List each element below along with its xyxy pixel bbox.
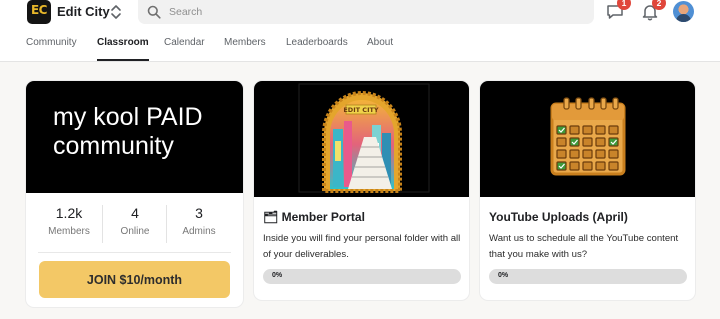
course-progress-bar: 0% — [489, 269, 687, 284]
stat-value: 1.2k — [55, 205, 83, 221]
course-progress-bar: 0% — [263, 269, 461, 284]
course-title-text: Member Portal — [281, 210, 365, 224]
stat-label: Online — [120, 226, 150, 237]
calendar-day-cell — [595, 161, 606, 171]
calendar-day-cell — [556, 149, 567, 159]
thumb-sign-text: EDIT CITY — [343, 106, 379, 114]
course-thumbnail — [480, 81, 695, 197]
tab-leaderboards[interactable]: Leaderboards — [286, 37, 348, 61]
calendar-day-cell — [595, 149, 606, 159]
chats-button[interactable]: 1 — [605, 0, 631, 22]
join-button[interactable]: JOIN $10/month — [39, 261, 230, 298]
progress-label: 0% — [498, 272, 509, 279]
course-card-member-portal[interactable]: EDIT CITY 🗂 Member Portal Inside you wil… — [254, 81, 469, 300]
calendar-day-cell — [582, 161, 593, 171]
chat-badge: 1 — [617, 0, 631, 10]
calendar-day-cell — [595, 125, 606, 135]
search-icon — [147, 5, 161, 19]
stat-members[interactable]: 1.2k Members — [38, 203, 100, 245]
banner-title: my kool PAID community — [53, 103, 203, 160]
calendar-day-cell — [569, 125, 580, 135]
stat-divider — [166, 205, 167, 243]
tab-calendar[interactable]: Calendar — [164, 37, 205, 61]
user-avatar[interactable] — [673, 1, 694, 22]
tab-members[interactable]: Members — [224, 37, 266, 61]
calendar-day-cell — [556, 125, 567, 135]
tab-community[interactable]: Community — [26, 37, 77, 61]
community-banner[interactable]: my kool PAID community — [26, 81, 243, 193]
top-header: EC Edit City 1 2 Community Classroom Cal… — [0, 0, 720, 62]
divider — [38, 252, 231, 253]
calendar-day-cell — [569, 161, 580, 171]
course-title: 🗂 Member Portal — [263, 210, 365, 224]
calendar-day-cell — [556, 161, 567, 171]
course-description: Inside you will find your personal folde… — [263, 233, 461, 260]
stat-value: 3 — [195, 205, 203, 221]
stat-value: 4 — [131, 205, 139, 221]
notifications-badge: 2 — [652, 0, 666, 10]
calendar-day-cell — [582, 125, 593, 135]
logo-text: EC — [30, 3, 48, 17]
community-logo[interactable]: EC — [27, 0, 51, 24]
course-thumbnail: EDIT CITY — [254, 81, 469, 197]
calendar-day-cell — [608, 125, 619, 135]
community-about-card: my kool PAID community 1.2k Members 4 On… — [26, 81, 243, 307]
stat-label: Members — [48, 226, 90, 237]
calendar-day-cell — [569, 149, 580, 159]
stat-online[interactable]: 4 Online — [104, 203, 166, 245]
search-input[interactable] — [169, 0, 579, 24]
stat-label: Admins — [182, 226, 216, 237]
stat-admins[interactable]: 3 Admins — [168, 203, 230, 245]
community-name[interactable]: Edit City — [57, 4, 110, 19]
course-title: YouTube Uploads (April) — [489, 210, 628, 224]
community-stats: 1.2k Members 4 Online 3 Admins — [38, 203, 231, 245]
stat-divider — [102, 205, 103, 243]
course-description: Want us to schedule all the YouTube cont… — [489, 233, 679, 260]
calendar-day-cell — [582, 137, 593, 147]
calendar-day-cell — [582, 149, 593, 159]
calendar-icon — [550, 97, 626, 176]
calendar-day-cell — [608, 137, 619, 147]
course-card-youtube-uploads[interactable]: YouTube Uploads (April) Want us to sched… — [480, 81, 695, 300]
edit-city-arch-illustration: EDIT CITY — [298, 83, 430, 193]
notifications-button[interactable]: 2 — [640, 0, 666, 22]
switch-community-icon[interactable] — [110, 3, 122, 21]
calendar-day-cell — [556, 137, 567, 147]
calendar-day-cell — [595, 137, 606, 147]
calendar-day-cell — [608, 149, 619, 159]
calendar-day-cell — [608, 161, 619, 171]
calendar-day-cell — [569, 137, 580, 147]
tab-about[interactable]: About — [367, 37, 393, 61]
tab-classroom[interactable]: Classroom — [97, 37, 149, 61]
search-bar[interactable] — [138, 0, 594, 24]
progress-label: 0% — [272, 272, 283, 279]
folder-emoji-icon: 🗂 — [263, 210, 279, 224]
